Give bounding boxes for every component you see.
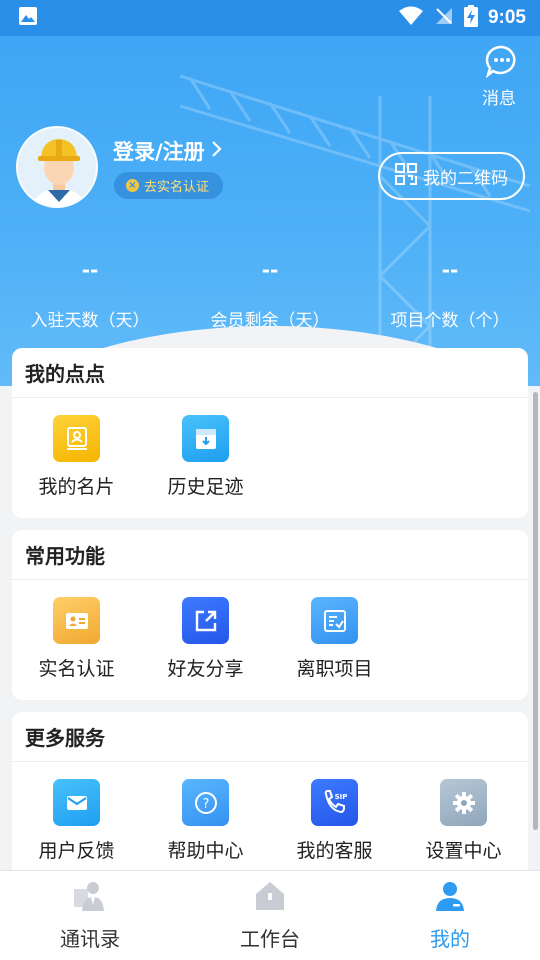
menu-item-user-feedback[interactable]: 用户反馈 xyxy=(12,779,141,863)
svg-text:?: ? xyxy=(202,797,209,812)
menu-item-label: 我的客服 xyxy=(296,840,373,862)
menu-item-label: 帮助中心 xyxy=(167,840,244,862)
menu-item-resigned-projects[interactable]: 离职项目 xyxy=(270,597,399,681)
profile-header xyxy=(0,36,540,386)
menu-item-settings-center[interactable]: 设置中心 xyxy=(399,779,528,863)
verify-label: 去实名认证 xyxy=(144,180,210,195)
stat-project-count: -- 项目个数（个） xyxy=(360,258,540,331)
status-bar: 9:05 xyxy=(0,0,540,36)
menu-item-label: 实名认证 xyxy=(38,658,115,680)
business-card-icon xyxy=(53,415,100,462)
wifi-icon xyxy=(398,6,424,30)
section-title: 常用功能 xyxy=(12,530,528,580)
menu-item-share-friends[interactable]: 好友分享 xyxy=(141,597,270,681)
bottom-navigation: 通讯录 工作台 我的 xyxy=(0,870,540,960)
scrollbar[interactable] xyxy=(533,392,538,830)
nav-label: 我的 xyxy=(430,927,470,951)
share-icon xyxy=(182,597,229,644)
menu-item-label: 离职项目 xyxy=(296,658,373,680)
gear-icon xyxy=(440,779,487,826)
stats-row: -- 入驻天数（天） -- 会员剩余（天） -- 项目个数（个） xyxy=(0,258,540,331)
no-signal-icon xyxy=(434,6,454,30)
sip-phone-icon: SIP xyxy=(311,779,358,826)
nav-label: 工作台 xyxy=(240,927,300,951)
stat-value: -- xyxy=(441,258,459,282)
menu-item-label: 我的名片 xyxy=(38,476,115,498)
section-more-services: 更多服务 用户反馈 ? 帮助中心 SIP 我的客服 设置中心 xyxy=(12,712,528,882)
stat-label: 入驻天数（天） xyxy=(30,311,150,331)
nav-tab-contacts[interactable]: 通讯录 xyxy=(0,871,180,960)
help-icon: ? xyxy=(182,779,229,826)
clock: 9:05 xyxy=(487,7,526,28)
menu-item-label: 设置中心 xyxy=(425,840,502,862)
login-register-link[interactable]: 登录/注册 xyxy=(113,136,223,166)
stat-value: -- xyxy=(81,258,99,282)
mail-icon xyxy=(53,779,100,826)
qr-code-icon xyxy=(395,162,417,190)
stat-membership-remaining: -- 会员剩余（天） xyxy=(180,258,360,331)
id-card-icon xyxy=(53,597,100,644)
menu-item-label: 历史足迹 xyxy=(167,476,244,498)
battery-charging-icon xyxy=(463,5,478,31)
menu-item-label: 用户反馈 xyxy=(38,840,115,862)
stat-label: 项目个数（个） xyxy=(390,311,510,331)
verify-identity-badge[interactable]: × 去实名认证 xyxy=(114,172,224,199)
section-title: 我的点点 xyxy=(12,348,528,398)
menu-item-customer-service[interactable]: SIP 我的客服 xyxy=(270,779,399,863)
qr-label: 我的二维码 xyxy=(423,168,508,189)
nav-label: 通讯录 xyxy=(60,927,120,951)
section-title: 更多服务 xyxy=(12,712,528,762)
login-label: 登录/注册 xyxy=(113,140,205,164)
home-icon xyxy=(253,882,287,917)
stat-days-joined: -- 入驻天数（天） xyxy=(0,258,180,331)
checklist-icon xyxy=(311,597,358,644)
menu-item-history[interactable]: 历史足迹 xyxy=(141,415,270,499)
image-icon xyxy=(18,6,38,30)
history-box-icon xyxy=(182,415,229,462)
section-my-dots: 我的点点 我的名片 历史足迹 xyxy=(12,348,528,518)
profile-icon xyxy=(433,882,467,917)
menu-item-real-name-verification[interactable]: 实名认证 xyxy=(12,597,141,681)
svg-text:SIP: SIP xyxy=(334,793,347,801)
stat-label: 会员剩余（天） xyxy=(210,311,330,331)
messages-button[interactable]: 消息 xyxy=(482,44,522,109)
menu-item-label: 好友分享 xyxy=(167,658,244,680)
my-qr-code-button[interactable]: 我的二维码 xyxy=(378,152,525,200)
menu-item-help-center[interactable]: ? 帮助中心 xyxy=(141,779,270,863)
menu-item-business-card[interactable]: 我的名片 xyxy=(12,415,141,499)
close-circle-icon: × xyxy=(126,179,139,192)
chevron-right-icon xyxy=(211,139,223,163)
messages-label: 消息 xyxy=(482,89,516,109)
chat-bubble-icon xyxy=(485,45,519,82)
section-common-functions: 常用功能 实名认证 好友分享 离职项目 xyxy=(12,530,528,700)
nav-tab-mine[interactable]: 我的 xyxy=(360,871,540,960)
stat-value: -- xyxy=(261,258,279,282)
avatar[interactable] xyxy=(16,126,98,208)
nav-tab-workbench[interactable]: 工作台 xyxy=(180,871,360,960)
contacts-icon xyxy=(72,882,108,917)
